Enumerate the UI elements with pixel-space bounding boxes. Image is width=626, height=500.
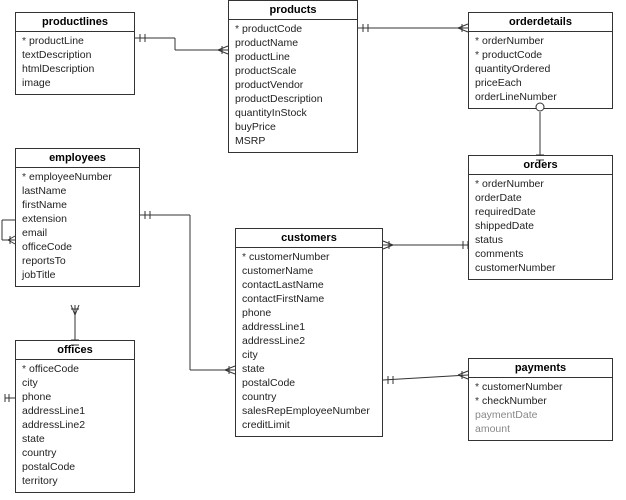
field: paymentDate xyxy=(475,408,606,422)
field: * employeeNumber xyxy=(22,170,133,184)
field: textDescription xyxy=(22,48,128,62)
field: phone xyxy=(242,306,376,320)
erd-diagram: productlines * productLine textDescripti… xyxy=(0,0,626,500)
field: orderDate xyxy=(475,191,606,205)
entity-offices-header: offices xyxy=(16,341,134,360)
field: email xyxy=(22,226,133,240)
field: * officeCode xyxy=(22,362,128,376)
field: productName xyxy=(235,36,351,50)
field: quantityOrdered xyxy=(475,62,606,76)
entity-orderdetails: orderdetails * orderNumber * productCode… xyxy=(468,12,613,109)
field: country xyxy=(22,446,128,460)
field: state xyxy=(22,432,128,446)
field: amount xyxy=(475,422,606,436)
entity-customers-header: customers xyxy=(236,229,382,248)
entity-orderdetails-header: orderdetails xyxy=(469,13,612,32)
field: creditLimit xyxy=(242,418,376,432)
entity-products: products * productCode productName produ… xyxy=(228,0,358,153)
field: * orderNumber xyxy=(475,177,606,191)
field: officeCode xyxy=(22,240,133,254)
field: quantityInStock xyxy=(235,106,351,120)
field: reportsTo xyxy=(22,254,133,268)
field: htmlDescription xyxy=(22,62,128,76)
field: productDescription xyxy=(235,92,351,106)
entity-orders-header: orders xyxy=(469,156,612,175)
field: territory xyxy=(22,474,128,488)
field: postalCode xyxy=(242,376,376,390)
entity-productlines: productlines * productLine textDescripti… xyxy=(15,12,135,95)
field: requiredDate xyxy=(475,205,606,219)
entity-orders: orders * orderNumber orderDate requiredD… xyxy=(468,155,613,280)
field: country xyxy=(242,390,376,404)
field: comments xyxy=(475,247,606,261)
field: * checkNumber xyxy=(475,394,606,408)
field: firstName xyxy=(22,198,133,212)
entity-payments-header: payments xyxy=(469,359,612,378)
field: buyPrice xyxy=(235,120,351,134)
field: jobTitle xyxy=(22,268,133,282)
field: addressLine1 xyxy=(242,320,376,334)
entity-customers: customers * customerNumber customerName … xyxy=(235,228,383,437)
entity-payments: payments * customerNumber * checkNumber … xyxy=(468,358,613,441)
field: * orderNumber xyxy=(475,34,606,48)
field: phone xyxy=(22,390,128,404)
entity-employees-header: employees xyxy=(16,149,139,168)
field: productLine xyxy=(235,50,351,64)
field: MSRP xyxy=(235,134,351,148)
field: contactLastName xyxy=(242,278,376,292)
entity-offices: offices * officeCode city phone addressL… xyxy=(15,340,135,493)
field: shippedDate xyxy=(475,219,606,233)
field: * customerNumber xyxy=(242,250,376,264)
field: status xyxy=(475,233,606,247)
entity-productlines-header: productlines xyxy=(16,13,134,32)
field: city xyxy=(242,348,376,362)
field: addressLine2 xyxy=(242,334,376,348)
field: postalCode xyxy=(22,460,128,474)
field: addressLine2 xyxy=(22,418,128,432)
field: * productLine xyxy=(22,34,128,48)
field: productVendor xyxy=(235,78,351,92)
field: * productCode xyxy=(235,22,351,36)
field: image xyxy=(22,76,128,90)
field: salesRepEmployeeNumber xyxy=(242,404,376,418)
field: city xyxy=(22,376,128,390)
field: extension xyxy=(22,212,133,226)
entity-employees: employees * employeeNumber lastName firs… xyxy=(15,148,140,287)
field: * productCode xyxy=(475,48,606,62)
field: * customerNumber xyxy=(475,380,606,394)
field: contactFirstName xyxy=(242,292,376,306)
field: customerNumber xyxy=(475,261,606,275)
entity-products-header: products xyxy=(229,1,357,20)
field: priceEach xyxy=(475,76,606,90)
field: productScale xyxy=(235,64,351,78)
field: customerName xyxy=(242,264,376,278)
field: lastName xyxy=(22,184,133,198)
field: orderLineNumber xyxy=(475,90,606,104)
field: state xyxy=(242,362,376,376)
field: addressLine1 xyxy=(22,404,128,418)
